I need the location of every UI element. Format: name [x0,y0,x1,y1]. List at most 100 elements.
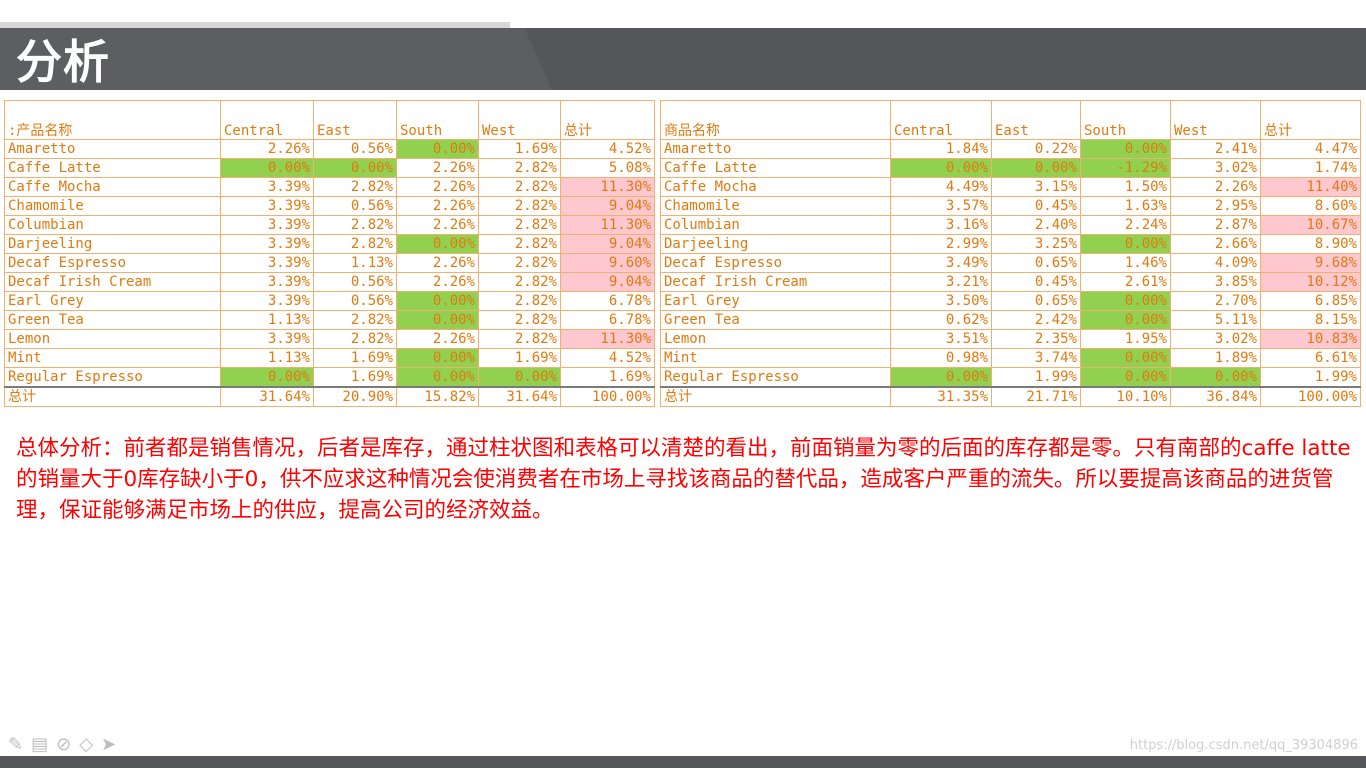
table-row: Regular Espresso 0.00% 1.69% 0.00% 0.00% 1.69… [4,367,655,388]
row-label: Decaf Espresso [660,253,891,273]
table-cell: 9.04% [560,196,655,216]
table-cell: 1.69% [313,367,397,388]
total-cell: 21.71% [991,386,1081,407]
table-cell: 9.04% [560,272,655,292]
row-label: Green Tea [4,310,221,330]
table-cell: 4.49% [890,177,992,197]
table-cell: 3.51% [890,329,992,349]
row-label: Decaf Irish Cream [4,272,221,292]
total-row: 总计 31.64% 20.90% 15.82% 31.64% 100.00% [4,386,655,407]
column-header: West [478,100,561,140]
highlighter-icon[interactable]: ⊘ [56,734,71,756]
table-cell: 1.99% [991,367,1081,388]
table-cell: 0.00% [1080,310,1171,330]
table-cell: 8.90% [1260,234,1361,254]
table-cell: 2.24% [1080,215,1171,235]
table-cell: 0.22% [991,139,1081,159]
table-cell: 3.49% [890,253,992,273]
table-cell: 3.85% [1170,272,1261,292]
row-label: Earl Grey [4,291,221,311]
table-cell: 9.60% [560,253,655,273]
table-row: Green Tea 0.62% 2.42% 0.00% 5.11% 8.15% [660,310,1361,330]
table-cell: 1.69% [478,139,561,159]
table-cell: 0.65% [991,291,1081,311]
row-label: Columbian [660,215,891,235]
column-header: Central [220,100,314,140]
table-cell: 2.26% [396,196,479,216]
table-header-row: 商品名称 Central East South West 总计 [660,100,1361,140]
table-cell: 0.00% [396,234,479,254]
row-label: Regular Espresso [660,367,891,388]
table-row: Caffe Latte 0.00% 0.00% 2.26% 2.82% 5.08% [4,158,655,178]
slide-title: 分析 [16,35,110,89]
table-cell: 11.30% [560,177,655,197]
table-row: Decaf Espresso 3.49% 0.65% 1.46% 4.09% 9.68% [660,253,1361,273]
table-row: Lemon 3.51% 2.35% 1.95% 3.02% 10.83% [660,329,1361,349]
table-cell: 2.26% [220,139,314,159]
table-cell: 6.85% [1260,291,1361,311]
table-cell: 8.15% [1260,310,1361,330]
column-header: 总计 [560,100,655,140]
table-row: Decaf Espresso 3.39% 1.13% 2.26% 2.82% 9.60% [4,253,655,273]
column-header: 总计 [1260,100,1361,140]
table-cell: 2.41% [1170,139,1261,159]
pointer-icon[interactable]: ➤ [101,734,116,756]
table-cell: 3.21% [890,272,992,292]
corner-header: 商品名称 [660,100,891,140]
table-row: Darjeeling 2.99% 3.25% 0.00% 2.66% 8.90% [660,234,1361,254]
table-cell: 11.30% [560,329,655,349]
row-label: Caffe Latte [4,158,221,178]
slide-icon[interactable]: ▤ [31,734,48,756]
table-cell: 2.26% [396,215,479,235]
row-label: Chamomile [4,196,221,216]
total-label: 总计 [4,386,221,407]
table-row: Darjeeling 3.39% 2.82% 0.00% 2.82% 9.04% [4,234,655,254]
inventory-table-container: 商品名称 Central East South West 总计 Amaretto 1.84% 0… [660,100,1361,407]
table-cell: 1.95% [1080,329,1171,349]
table-row: Chamomile 3.57% 0.45% 1.63% 2.95% 8.60% [660,196,1361,216]
table-cell: 8.60% [1260,196,1361,216]
row-label: Lemon [4,329,221,349]
row-label: Columbian [4,215,221,235]
table-cell: 3.25% [991,234,1081,254]
table-cell: 0.98% [890,348,992,368]
table-cell: 1.46% [1080,253,1171,273]
table-cell: 6.78% [560,310,655,330]
table-cell: 0.62% [890,310,992,330]
slideshow-toolbar: ✎ ▤ ⊘ ◇ ➤ [8,734,116,756]
table-cell: 3.50% [890,291,992,311]
eraser-icon[interactable]: ◇ [79,734,93,756]
row-label: Amaretto [660,139,891,159]
table-cell: 0.00% [890,367,992,388]
row-label: Darjeeling [4,234,221,254]
table-cell: 3.39% [220,215,314,235]
table-cell: 1.13% [220,310,314,330]
table-row: Columbian 3.39% 2.82% 2.26% 2.82% 11.30% [4,215,655,235]
table-cell: 0.00% [991,158,1081,178]
table-cell: 2.82% [478,196,561,216]
table-cell: 3.02% [1170,158,1261,178]
table-cell: 1.50% [1080,177,1171,197]
table-cell: 2.82% [478,272,561,292]
column-header: South [1080,100,1171,140]
total-cell: 31.35% [890,386,992,407]
table-cell: 9.04% [560,234,655,254]
table-cell: 2.26% [1170,177,1261,197]
table-cell: 1.89% [1170,348,1261,368]
table-cell: 6.78% [560,291,655,311]
table-cell: 1.63% [1080,196,1171,216]
table-cell: 11.40% [1260,177,1361,197]
table-cell: 2.82% [478,310,561,330]
table-cell: 2.42% [991,310,1081,330]
table-cell: 0.00% [396,139,479,159]
table-cell: 2.26% [396,253,479,273]
table-cell: 5.08% [560,158,655,178]
table-cell: 3.02% [1170,329,1261,349]
table-cell: 2.82% [313,329,397,349]
table-cell: 2.87% [1170,215,1261,235]
table-cell: 0.00% [890,158,992,178]
row-label: Green Tea [660,310,891,330]
pen-icon[interactable]: ✎ [8,734,23,756]
column-header: West [1170,100,1261,140]
row-label: Mint [4,348,221,368]
